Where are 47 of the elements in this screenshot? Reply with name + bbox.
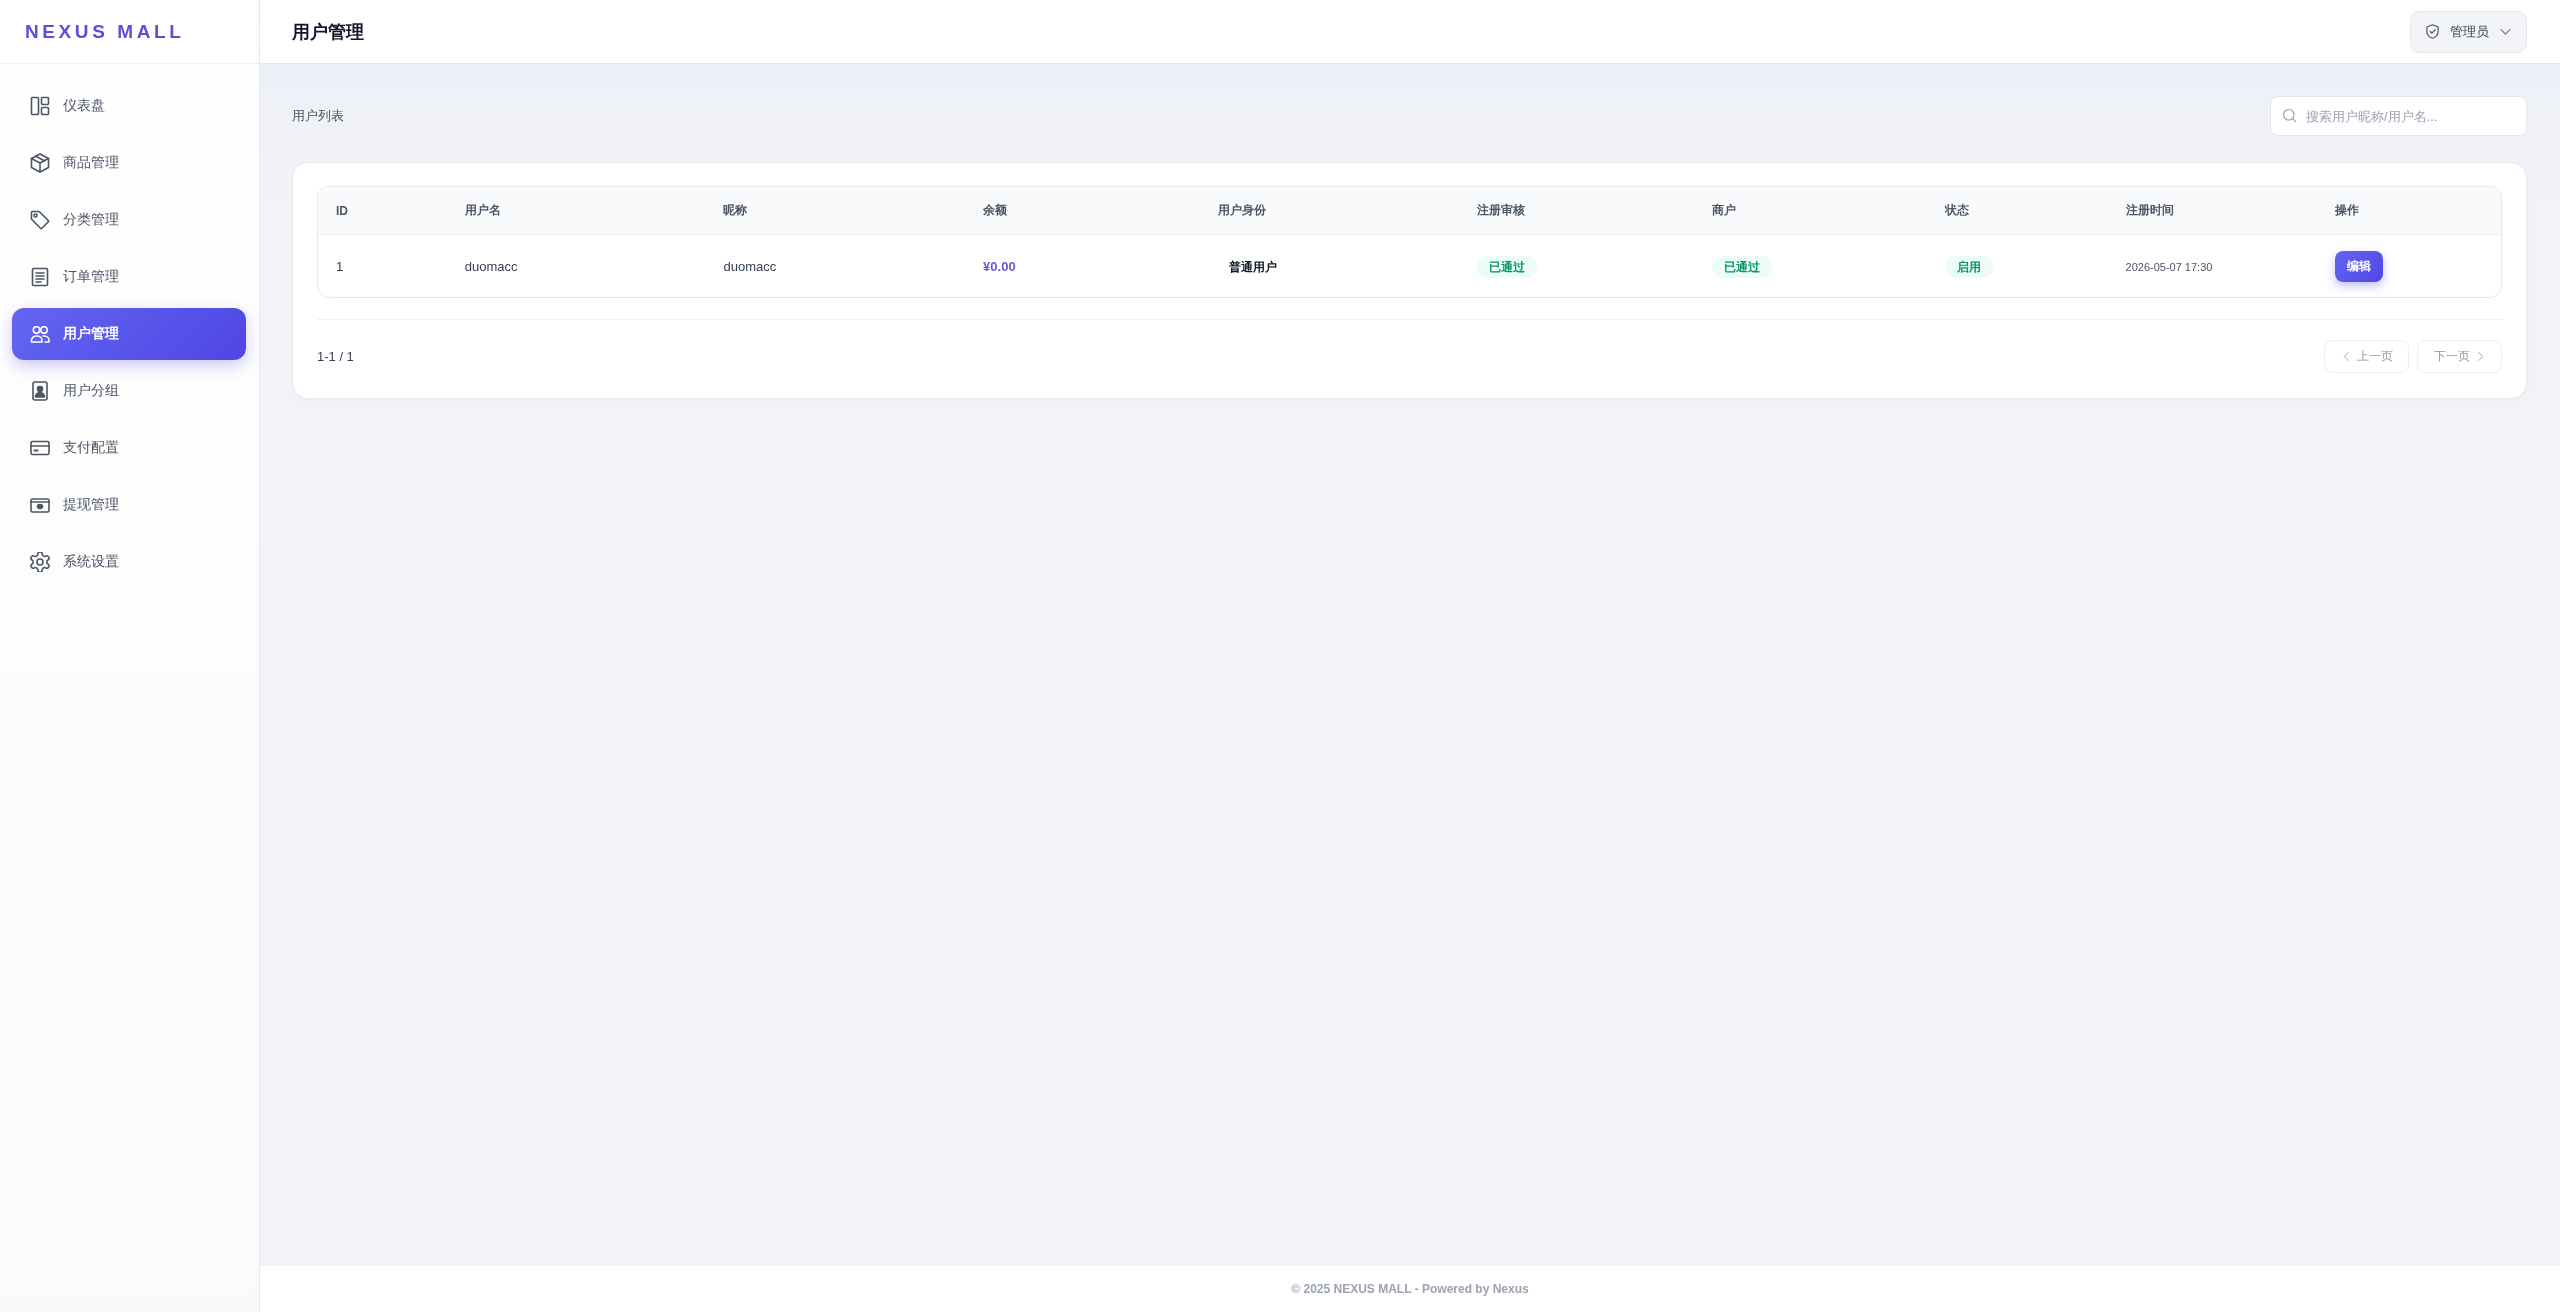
sidebar-item[interactable]: 订单管理 [12, 251, 246, 303]
sidebar-item[interactable]: 提现管理 [12, 479, 246, 531]
logo: NEXUS MALL [25, 20, 185, 43]
user-role: 普通用户 [1227, 259, 1277, 274]
date-cell: 2026-05-07 17:30 [2125, 261, 2213, 273]
banknote-icon [30, 495, 50, 515]
column-header: 昵称 [723, 202, 748, 219]
column-header: 注册时间 [2125, 202, 2174, 219]
column-header: 余额 [983, 202, 1008, 219]
search-field[interactable]: 搜索用户昵称/用户名... [2270, 96, 2527, 136]
box-icon [30, 153, 50, 173]
status-badge: 已通过 [1477, 255, 1538, 278]
sidebar-item[interactable]: 支付配置 [12, 422, 246, 474]
sidebar-item[interactable]: 系统设置 [12, 536, 246, 588]
status-badge: 已通过 [1712, 255, 1773, 278]
table-cell: duomacc [464, 259, 518, 274]
edit-button[interactable]: 编辑 [2335, 250, 2384, 282]
status-badge: 启用 [1944, 255, 1993, 278]
section-title: 用户列表 [292, 107, 344, 125]
sidebar-item[interactable]: 商品管理 [12, 137, 246, 189]
column-header: 用户身份 [1217, 202, 1266, 219]
column-header: 操作 [2335, 202, 2360, 219]
page-summary: 1-1 / 1 [317, 349, 354, 364]
column-header: ID [336, 203, 348, 218]
column-header: 商户 [1712, 202, 1737, 219]
column-header: 状态 [1944, 202, 1969, 219]
shield-icon [2425, 24, 2440, 39]
column-header: 用户名 [464, 202, 501, 219]
credit-card-icon [30, 438, 50, 458]
id-badge-icon [30, 381, 50, 401]
sidebar-item[interactable]: 用户管理 [12, 308, 246, 360]
column-header: 注册审核 [1477, 202, 1526, 219]
settings-icon [30, 552, 50, 572]
table-cell: duomacc [723, 259, 777, 274]
sidebar-item[interactable]: 分类管理 [12, 194, 246, 246]
user-menu-button[interactable]: 管理员 [2410, 10, 2527, 53]
tag-icon [30, 210, 50, 230]
sidebar-item[interactable]: 仪表盘 [12, 80, 246, 132]
balance-amount: ¥0.00 [983, 259, 1016, 274]
page-title: 用户管理 [292, 20, 364, 44]
search-icon [2282, 108, 2297, 123]
footer-text: © 2025 NEXUS MALL - Powered by Nexus [1291, 1282, 1529, 1296]
layout-icon [30, 96, 50, 116]
table-cell: 1 [336, 259, 344, 274]
document-icon [30, 267, 50, 287]
sidebar-item[interactable]: 用户分组 [12, 365, 246, 417]
users-icon [30, 324, 50, 344]
